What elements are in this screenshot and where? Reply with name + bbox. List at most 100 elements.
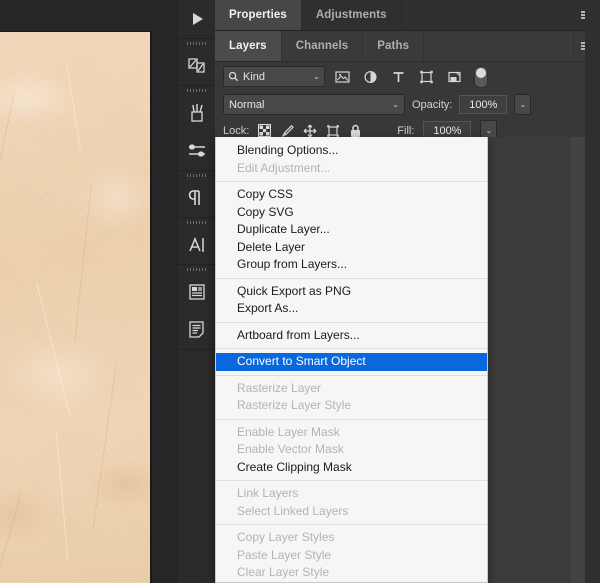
menu-separator: [216, 524, 487, 525]
lock-transparent-pixels-icon[interactable]: [258, 124, 272, 137]
dock-grip[interactable]: [178, 171, 215, 179]
fill-label: Fill:: [397, 124, 415, 137]
panel-icon-dock: [178, 0, 216, 583]
lock-image-pixels-icon[interactable]: [280, 124, 295, 138]
dock-group-character: [178, 218, 215, 265]
lock-artboard-nesting-icon[interactable]: [326, 124, 340, 138]
dock-group-libraries: [178, 39, 215, 86]
brushes-icon[interactable]: [178, 94, 215, 132]
filter-adjustment-layers-icon[interactable]: [360, 67, 381, 87]
tab-layers-label: Layers: [229, 40, 267, 52]
texture-crease: [56, 431, 69, 562]
brush-settings-icon[interactable]: [178, 132, 215, 170]
tab-adjustments[interactable]: Adjustments: [302, 0, 402, 30]
tabbar-spacer: [424, 31, 574, 61]
chevron-down-icon: ⌄: [313, 72, 320, 81]
dock-grip[interactable]: [178, 265, 215, 273]
right-dock-edge: [585, 0, 600, 583]
dock-group-paragraph: [178, 171, 215, 218]
menu-item-group-from-layers[interactable]: Group from Layers...: [216, 256, 487, 274]
context-menu-body: Blending Options... Edit Adjustment... Cop…: [216, 142, 487, 582]
texture-crease: [0, 92, 15, 210]
opacity-value: 100%: [469, 98, 498, 111]
tab-properties[interactable]: Properties: [215, 0, 302, 30]
lock-position-icon[interactable]: [303, 124, 317, 138]
chevron-down-icon: ⌄: [519, 100, 527, 109]
dock-group-brushes: [178, 86, 215, 171]
document-canvas[interactable]: [0, 32, 151, 583]
menu-item-clear-layer-style: Clear Layer Style: [237, 565, 330, 579]
chevron-down-icon: ⌄: [392, 100, 399, 109]
menu-item-select-linked-layers: Select Linked Layers: [237, 503, 349, 518]
menu-separator: [216, 480, 487, 481]
menu-item-quick-export-as-png[interactable]: Quick Export as PNG: [216, 283, 487, 301]
menu-separator: [216, 348, 487, 349]
menu-item-artboard-from-layers[interactable]: Artboard from Layers...: [216, 327, 487, 345]
menu-item-export-as[interactable]: Export As...: [216, 300, 487, 318]
menu-item-convert-to-smart-object[interactable]: Convert to Smart Object: [216, 353, 487, 371]
menu-item-rasterize-layer: Rasterize Layer: [237, 380, 322, 395]
menu-item-copy-layer-styles: Copy Layer Styles: [237, 530, 335, 544]
menu-item-paste-layer-style: Paste Layer Style: [237, 547, 332, 562]
layer-comps-icon[interactable]: [178, 273, 215, 311]
menu-item-copy-css[interactable]: Copy CSS: [216, 186, 487, 204]
texture-crease: [0, 492, 22, 583]
menu-item-copy-svg[interactable]: Copy SVG: [216, 204, 487, 222]
libraries-icon[interactable]: [178, 47, 215, 85]
menu-item-delete-layer[interactable]: Delete Layer: [216, 239, 487, 257]
filter-shape-layers-icon[interactable]: [416, 67, 437, 87]
tab-channels[interactable]: Channels: [282, 31, 364, 61]
menu-item-edit-adjustment: Edit Adjustment...: [237, 160, 331, 175]
menu-item-link-layers: Link Layers: [237, 486, 299, 500]
fill-value: 100%: [433, 124, 462, 137]
tabbar-spacer: [402, 0, 574, 30]
blend-mode-row: Normal ⌄ Opacity: 100% ⌄: [215, 91, 600, 118]
character-icon[interactable]: [178, 226, 215, 264]
filter-kind-label: Kind: [243, 70, 266, 83]
filter-kind-select[interactable]: Kind ⌄: [223, 66, 325, 87]
layers-tabbar: Layers Channels Paths: [215, 31, 600, 62]
canvas-area[interactable]: [0, 0, 178, 583]
tab-layers[interactable]: Layers: [215, 31, 282, 61]
blend-mode-select[interactable]: Normal ⌄: [223, 94, 405, 115]
filter-smart-objects-icon[interactable]: [444, 67, 465, 87]
filter-type-layers-icon[interactable]: [388, 67, 409, 87]
filter-enable-toggle[interactable]: [474, 65, 488, 88]
texture-crease: [92, 362, 117, 531]
layers-scrollbar[interactable]: [571, 137, 585, 583]
dock-grip[interactable]: [178, 39, 215, 47]
tab-channels-label: Channels: [295, 40, 349, 52]
photoshop-window: Properties Adjustments Layers Channels P…: [0, 0, 600, 583]
layers-panel-body: [486, 137, 571, 583]
menu-separator: [216, 181, 487, 182]
menu-item-duplicate-layer[interactable]: Duplicate Layer...: [216, 221, 487, 239]
menu-item-rasterize-layer-style: Rasterize Layer Style: [237, 398, 352, 412]
lock-label: Lock:: [223, 124, 250, 137]
dock-grip[interactable]: [178, 86, 215, 94]
texture-crease: [36, 281, 71, 418]
dock-grip[interactable]: [178, 218, 215, 226]
menu-item-enable-layer-mask: Enable Layer Mask: [237, 424, 340, 439]
collapse-panels-arrow-icon[interactable]: [178, 0, 215, 38]
menu-separator: [216, 277, 487, 279]
filter-pixel-layers-icon[interactable]: [332, 67, 353, 87]
lock-all-icon[interactable]: [349, 124, 362, 138]
paragraph-icon[interactable]: [178, 179, 215, 217]
layer-context-menu[interactable]: Blending Options... Edit Adjustment... Cop…: [215, 137, 488, 583]
dock-group-documents: [178, 265, 215, 350]
menu-separator: [216, 321, 487, 323]
menu-item-create-clipping-mask[interactable]: Create Clipping Mask: [216, 459, 487, 477]
properties-tabbar: Properties Adjustments: [215, 0, 600, 31]
notes-icon[interactable]: [178, 311, 215, 349]
tab-adjustments-label: Adjustments: [315, 9, 387, 21]
opacity-stepper[interactable]: ⌄: [514, 94, 532, 115]
tab-paths-label: Paths: [377, 40, 410, 52]
tab-paths[interactable]: Paths: [363, 31, 425, 61]
tab-properties-label: Properties: [229, 9, 287, 21]
texture-crease: [66, 61, 82, 151]
layer-filter-row: Kind ⌄: [215, 62, 600, 91]
menu-item-blending-options[interactable]: Blending Options...: [216, 142, 487, 160]
menu-separator: [216, 418, 487, 420]
chevron-down-icon: ⌄: [485, 126, 493, 135]
opacity-input[interactable]: 100%: [459, 95, 508, 114]
